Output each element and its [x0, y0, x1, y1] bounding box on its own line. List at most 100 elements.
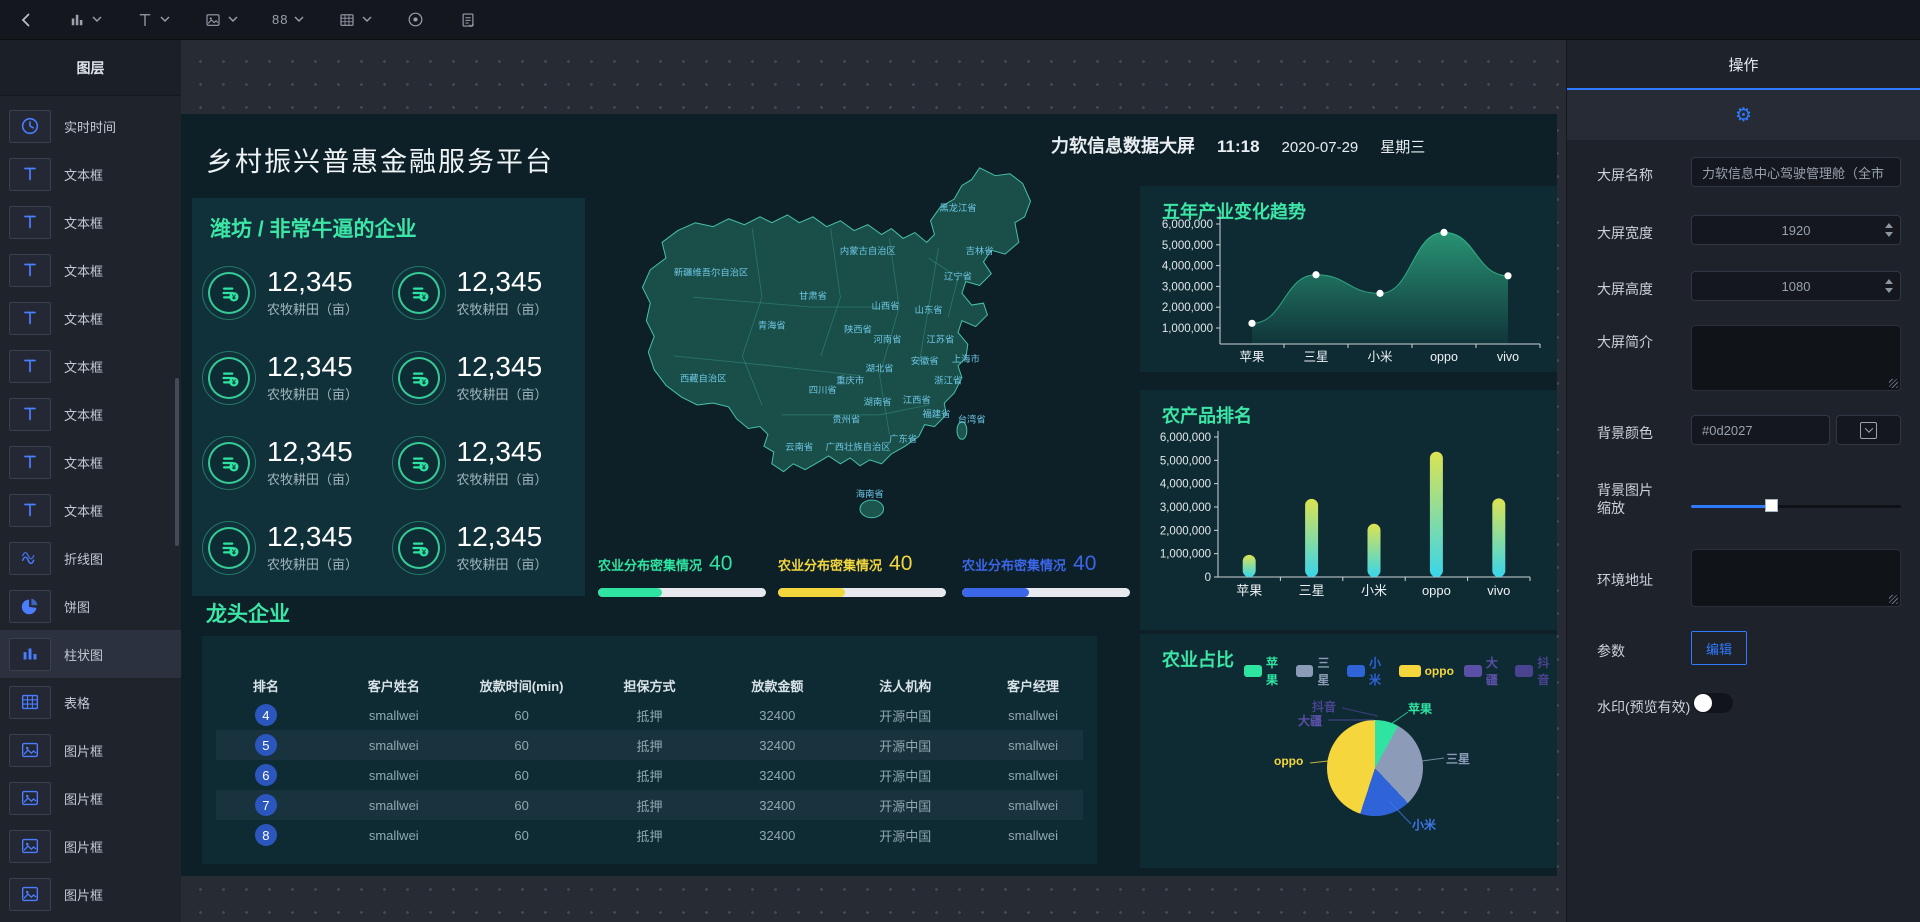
legend-item[interactable]: 三星	[1296, 654, 1338, 688]
stat-card[interactable]: 12,345农牧耕田（亩）	[392, 250, 582, 335]
design-canvas[interactable]: 乡村振兴普惠金融服务平台 力软信息数据大屏 11:18 2020-07-29 星…	[181, 40, 1566, 922]
bg-color-dropdown[interactable]	[1836, 415, 1901, 445]
stat-card[interactable]: 12,345农牧耕田（亩）	[202, 420, 392, 505]
chevron-down-icon	[228, 16, 238, 23]
sidebar-item-table[interactable]: 表格	[0, 678, 181, 726]
stat-card[interactable]: 12,345农牧耕田（亩）	[392, 420, 582, 505]
image-component-icon[interactable]	[204, 11, 238, 29]
table-row[interactable]: 8smallwei60抵押32400开源中国smallwei	[202, 820, 1097, 850]
coins-icon	[202, 521, 256, 575]
back-icon[interactable]	[18, 12, 34, 28]
sidebar-item-image[interactable]: 图片框	[0, 726, 181, 774]
color-picker-icon	[1860, 422, 1877, 439]
dashboard-screen[interactable]: 乡村振兴普惠金融服务平台 力软信息数据大屏 11:18 2020-07-29 星…	[181, 114, 1557, 876]
progress-label: 农业分布密集情况40	[962, 552, 1130, 576]
stat-texts: 12,345农牧耕田（亩）	[267, 267, 358, 318]
rank-cell: 6	[202, 764, 330, 786]
sidebar-item-clock[interactable]: 实时时间	[0, 102, 181, 150]
sidebar-scrollbar[interactable]	[175, 378, 179, 546]
sidebar-item-label: 表格	[64, 693, 90, 712]
log-icon[interactable]	[459, 11, 477, 29]
legend-item[interactable]: 小米	[1347, 654, 1389, 688]
coins-icon	[202, 266, 256, 320]
province-label: 云南省	[785, 441, 813, 452]
env-url-textarea[interactable]	[1691, 549, 1901, 607]
legend-item[interactable]: 抖音	[1515, 654, 1557, 688]
trend-line-chart-panel[interactable]: 五年产业变化趋势 6,000,0005,000,0004,000,0003,00…	[1140, 186, 1557, 372]
progress-widget[interactable]: 农业分布密集情况40	[962, 552, 1130, 604]
table-component-icon[interactable]	[338, 11, 372, 29]
screen-width-input[interactable]: 1920	[1691, 215, 1901, 245]
table-cell: 开源中国	[841, 736, 969, 755]
ranking-bar-chart-panel[interactable]: 农产品排名 6,000,0005,000,0004,000,0003,000,0…	[1140, 390, 1557, 630]
sidebar-item-image[interactable]: 图片框	[0, 774, 181, 822]
height-spinner[interactable]	[1885, 272, 1893, 300]
x-tick-label: oppo	[1422, 583, 1451, 598]
sidebar-item-text[interactable]: 文本框	[0, 486, 181, 534]
width-spinner[interactable]	[1885, 216, 1893, 244]
spinner-up-icon	[1885, 223, 1893, 228]
sidebar-item-image[interactable]: 图片框	[0, 870, 181, 918]
table-row[interactable]: 6smallwei60抵押32400开源中国smallwei	[202, 760, 1097, 790]
slider-handle[interactable]	[1765, 499, 1778, 512]
sidebar-item-text[interactable]: 文本框	[0, 294, 181, 342]
screen-height-input[interactable]: 1080	[1691, 271, 1901, 301]
dashboard-header-right[interactable]: 力软信息数据大屏 11:18 2020-07-29 星期三	[1051, 132, 1425, 158]
screen-name-input[interactable]: 力软信息中心驾驶管理舱（全市	[1691, 157, 1901, 187]
stat-value: 12,345	[267, 437, 358, 466]
sidebar-item-bar-chart[interactable]: 柱状图	[0, 630, 181, 678]
table-row[interactable]: 4smallwei60抵押32400开源中国smallwei	[202, 700, 1097, 730]
stat-card[interactable]: 12,345农牧耕田（亩）	[202, 335, 392, 420]
sidebar-item-text[interactable]: 文本框	[0, 342, 181, 390]
line-chart-icon	[9, 542, 51, 575]
stats-panel[interactable]: 潍坊 / 非常牛逼的企业 12,345农牧耕田（亩）12,345农牧耕田（亩）1…	[192, 198, 585, 596]
zoom-slider[interactable]	[1691, 499, 1901, 513]
bg-color-label: 背景颜色	[1597, 423, 1653, 443]
province-label: 台湾省	[958, 414, 986, 425]
rank-badge: 6	[255, 764, 277, 786]
progress-track	[598, 588, 766, 597]
stat-value: 12,345	[457, 352, 548, 381]
legend-item[interactable]: oppo	[1399, 664, 1454, 678]
sidebar-item-line-chart[interactable]: 折线图	[0, 534, 181, 582]
legend-label: 小米	[1369, 654, 1389, 688]
watermark-toggle[interactable]	[1693, 693, 1733, 713]
sidebar-item-text[interactable]: 文本框	[0, 438, 181, 486]
progress-widget[interactable]: 农业分布密集情况40	[598, 552, 766, 604]
svg-text:4,000,000: 4,000,000	[1160, 479, 1211, 491]
operations-panel: 操作 ⚙ 大屏名称 力软信息中心驾驶管理舱（全市 大屏宽度 1920 大屏高度 …	[1566, 40, 1920, 922]
sidebar-item-text[interactable]: 文本框	[0, 246, 181, 294]
preview-icon[interactable]	[406, 10, 425, 29]
text-component-icon[interactable]	[136, 11, 170, 29]
screen-desc-textarea[interactable]	[1691, 325, 1901, 391]
progress-widget[interactable]: 农业分布密集情况40	[778, 552, 946, 604]
stat-card[interactable]: 12,345农牧耕田（亩）	[202, 250, 392, 335]
table-body: 4smallwei60抵押32400开源中国smallwei5smallwei6…	[202, 700, 1097, 850]
legend-item[interactable]: 大疆	[1464, 654, 1506, 688]
stat-card[interactable]: 12,345农牧耕田（亩）	[392, 335, 582, 420]
dashboard-title[interactable]: 乡村振兴普惠金融服务平台	[206, 140, 554, 179]
bar	[1492, 498, 1505, 577]
chart-component-icon[interactable]	[68, 11, 102, 29]
sidebar-item-image[interactable]: 图片框	[0, 822, 181, 870]
legend-item[interactable]: 苹果	[1244, 654, 1286, 688]
stat-card[interactable]: 12,345农牧耕田（亩）	[202, 505, 392, 590]
sidebar-item-pie-chart[interactable]: 饼图	[0, 582, 181, 630]
leading-companies-table[interactable]: 排名客户姓名放款时间(min)担保方式放款金额法人机构客户经理 4smallwe…	[202, 636, 1097, 864]
table-row[interactable]: 5smallwei60抵押32400开源中国smallwei	[202, 730, 1097, 760]
edit-params-button[interactable]: 编辑	[1691, 631, 1747, 665]
share-pie-chart-panel[interactable]: 农业占比 苹果三星小米oppo大疆抖音 苹果三星小米oppo大疆抖音	[1140, 634, 1557, 868]
sidebar-item-text[interactable]: 文本框	[0, 150, 181, 198]
bg-color-input[interactable]: #0d2027	[1691, 415, 1830, 445]
legend-swatch	[1464, 665, 1482, 677]
stat-texts: 12,345农牧耕田（亩）	[267, 352, 358, 403]
sidebar-item-text[interactable]: 文本框	[0, 198, 181, 246]
china-map[interactable]: 黑龙江省吉林省辽宁省内蒙古自治区新疆维吾尔自治区西藏自治区青海省甘肃省四川省云南…	[595, 160, 1125, 552]
decoration-component-icon[interactable]: 88	[272, 12, 304, 27]
rank-badge: 4	[255, 704, 277, 726]
table-row[interactable]: 7smallwei60抵押32400开源中国smallwei	[202, 790, 1097, 820]
stat-card[interactable]: 12,345农牧耕田（亩）	[392, 505, 582, 590]
gear-icon[interactable]: ⚙	[1735, 104, 1752, 127]
sidebar-item-text[interactable]: 文本框	[0, 390, 181, 438]
svg-text:2,000,000: 2,000,000	[1162, 302, 1213, 314]
